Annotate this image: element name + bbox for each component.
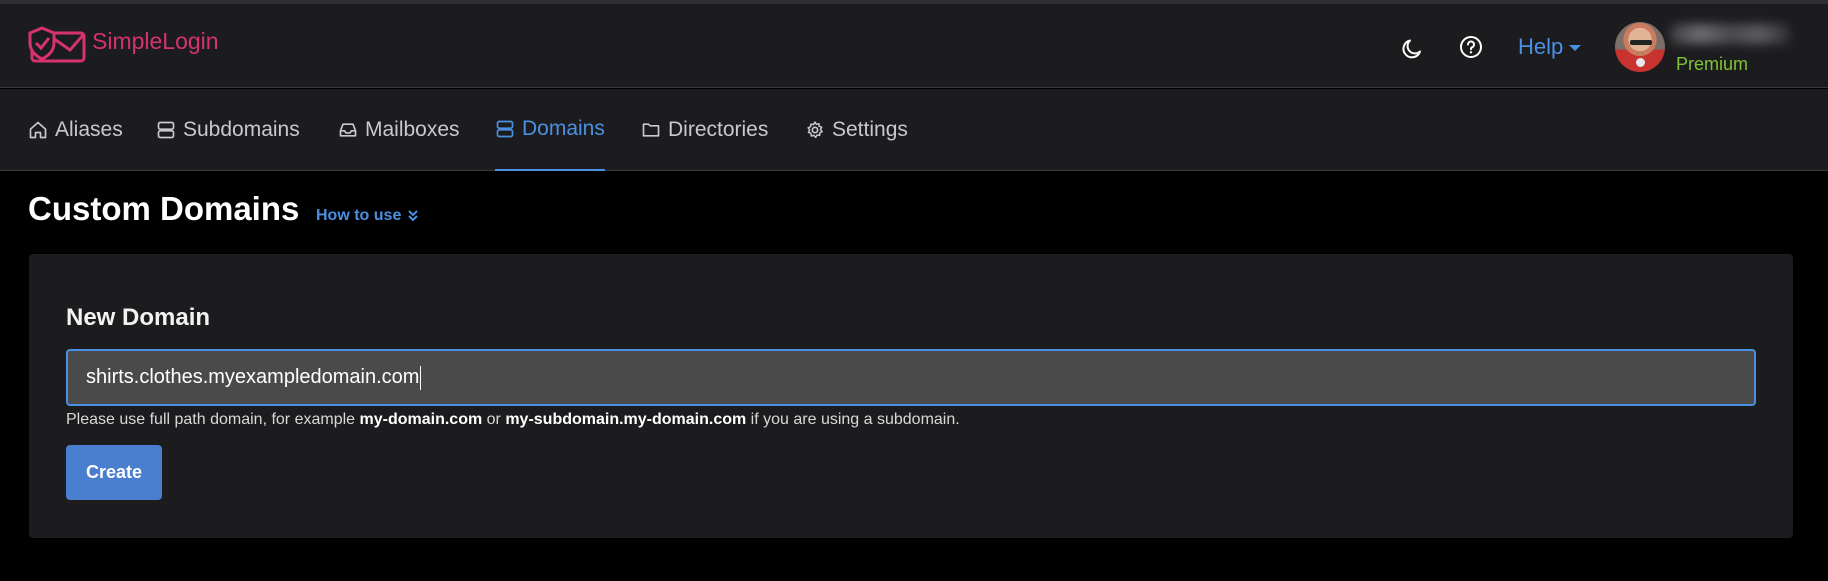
main-nav: Aliases Subdomains Mailboxes Domains Dir… [0, 89, 1828, 171]
nav-label: Domains [522, 117, 605, 140]
domain-input[interactable]: shirts.clothes.myexampledomain.com [66, 349, 1756, 406]
avatar-glasses [1630, 40, 1652, 45]
nav-directories[interactable]: Directories [641, 89, 768, 171]
chevron-down-icon [1569, 45, 1582, 51]
hint-prefix: Please use full path domain, for example [66, 411, 360, 428]
avatar[interactable] [1615, 22, 1665, 72]
home-icon [29, 121, 47, 139]
text-cursor [420, 365, 422, 390]
domain-hint: Please use full path domain, for example… [66, 411, 960, 429]
inbox-icon [339, 123, 357, 137]
nav-label: Aliases [55, 118, 123, 141]
logo[interactable]: SimpleLogin [28, 26, 219, 66]
server-icon [157, 121, 175, 139]
nav-label: Directories [668, 118, 769, 141]
server-icon [496, 120, 514, 138]
folder-icon [642, 123, 660, 137]
gear-icon [807, 121, 823, 139]
help-label: Help [1518, 34, 1564, 59]
hint-example-subdomain: my-subdomain.my-domain.com [505, 411, 747, 428]
hint-suffix: if you are using a subdomain. [746, 411, 960, 428]
create-button[interactable]: Create [66, 445, 162, 500]
plan-badge: Premium [1676, 54, 1749, 74]
domain-input-value: shirts.clothes.myexampledomain.com [86, 366, 420, 388]
nav-aliases[interactable]: Aliases [28, 89, 123, 171]
nav-label: Subdomains [183, 118, 300, 141]
new-domain-title: New Domain [66, 304, 211, 331]
how-to-use-label: How to use [316, 207, 402, 224]
nav-subdomains[interactable]: Subdomains [156, 89, 300, 171]
hint-or: or [482, 411, 506, 428]
hint-example-domain: my-domain.com [359, 411, 483, 428]
envelope-shield-icon [28, 26, 86, 63]
nav-mailboxes[interactable]: Mailboxes [338, 89, 460, 171]
question-circle-icon[interactable] [1459, 35, 1483, 59]
moon-icon[interactable] [1400, 37, 1424, 61]
avatar-shirt [1636, 58, 1645, 67]
new-domain-card: New Domain shirts.clothes.myexampledomai… [29, 254, 1793, 538]
chevrons-down-icon [408, 210, 419, 222]
help-dropdown[interactable]: Help [1518, 34, 1582, 60]
top-header: SimpleLogin Help Premium [0, 4, 1828, 88]
logo-text: SimpleLogin [92, 28, 219, 54]
nav-settings[interactable]: Settings [805, 89, 908, 171]
nav-label: Settings [832, 118, 908, 141]
how-to-use-toggle[interactable]: How to use [316, 207, 419, 225]
nav-domains[interactable]: Domains [495, 89, 605, 171]
user-email-redacted [1670, 24, 1790, 44]
nav-label: Mailboxes [365, 118, 460, 141]
page-title: Custom Domains [28, 190, 300, 227]
